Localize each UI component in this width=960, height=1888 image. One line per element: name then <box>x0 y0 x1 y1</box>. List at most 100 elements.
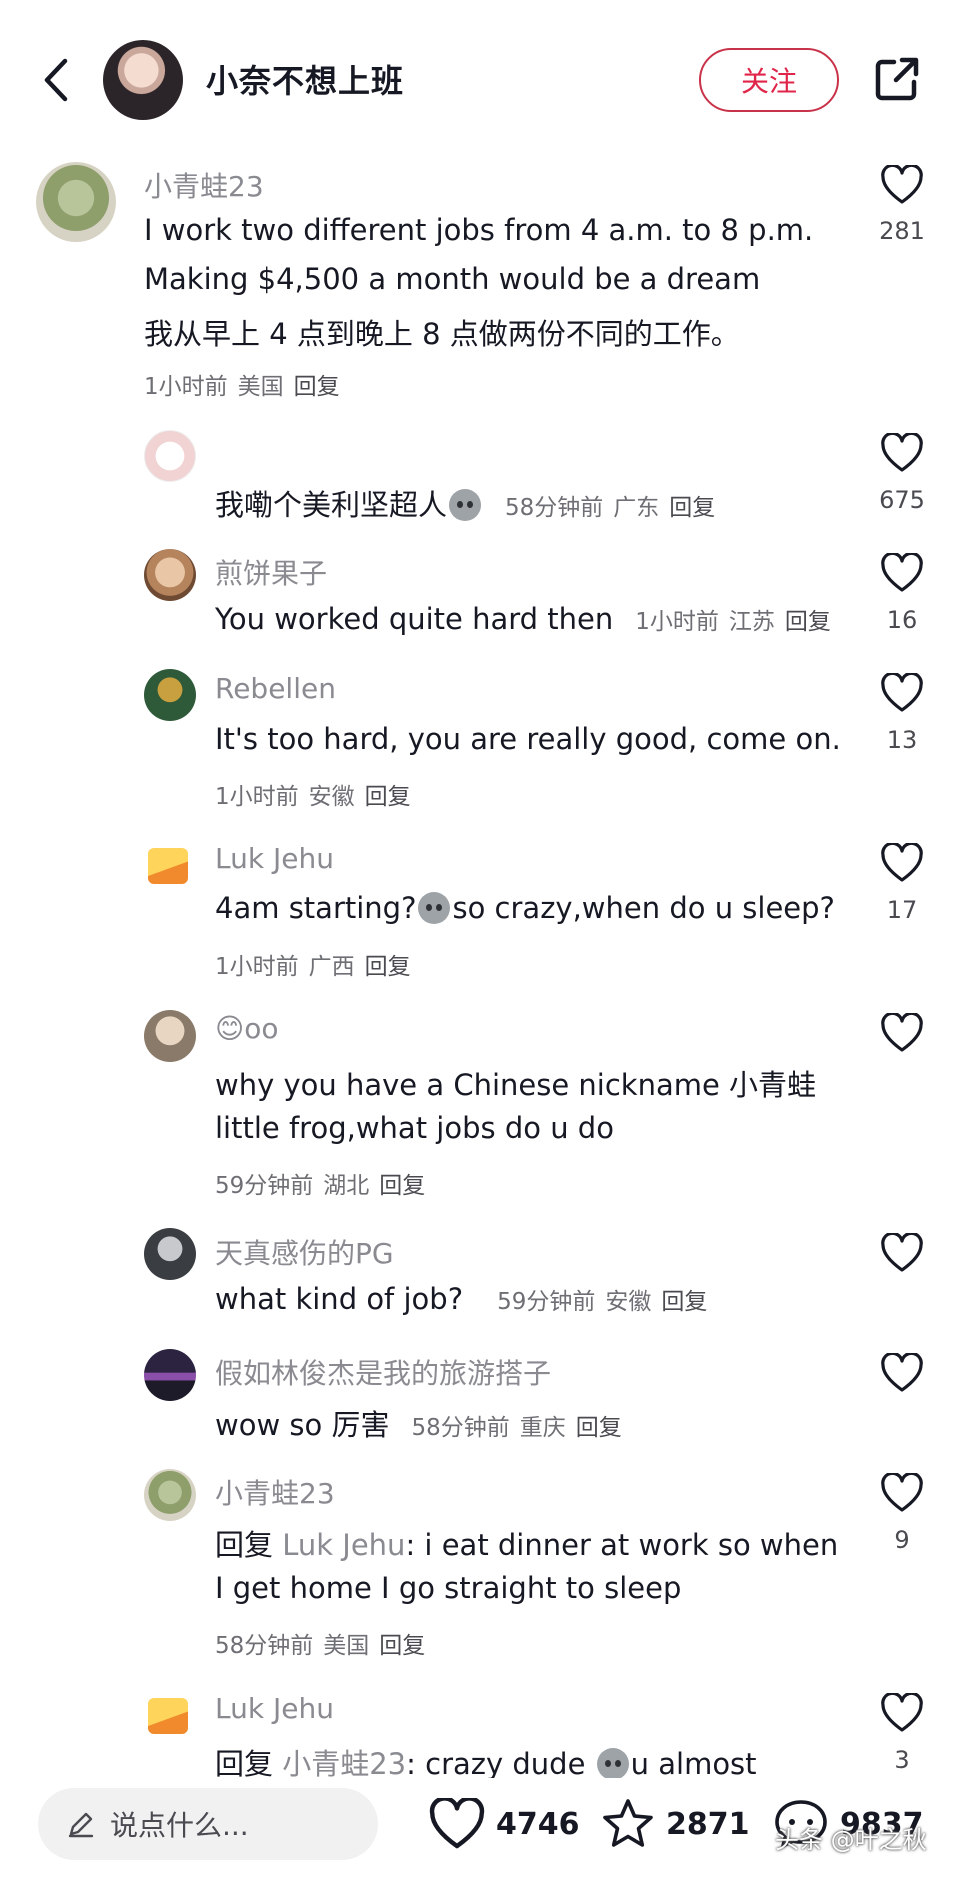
reply-button[interactable]: 回复 <box>294 374 340 400</box>
heart-outline-icon[interactable] <box>880 553 924 593</box>
like-count: 16 <box>886 606 918 634</box>
ghost-emoji-icon <box>449 489 482 521</box>
heart-outline-icon[interactable] <box>880 1233 924 1273</box>
comment-time: 58分钟前 <box>411 1415 510 1441</box>
like-count: 3 <box>894 1746 910 1774</box>
commenter-avatar[interactable] <box>144 430 196 482</box>
comment-time: 59分钟前 <box>497 1289 596 1315</box>
comment-text-content: 我嘞个美利坚超人 <box>215 488 448 522</box>
comment-text: wow so 厉害 58分钟前 重庆 回复 <box>215 1402 622 1444</box>
comment-text: 我嘞个美利坚超人 58分钟前 广东 回复 <box>215 482 715 524</box>
comment-text-content: : crazy dude <box>406 1747 586 1781</box>
reply-prefix: 回复 <box>215 1747 274 1781</box>
heart-outline-icon[interactable] <box>880 673 924 713</box>
commenter-name[interactable]: 煎饼果子 <box>215 552 327 592</box>
heart-outline-icon[interactable] <box>880 1353 924 1393</box>
comment-time: 1小时前 <box>215 784 299 810</box>
comment-location: 广东 <box>613 495 660 521</box>
comment-text-content: u almost <box>630 1747 757 1781</box>
commenter-name[interactable]: 小青蛙23 <box>144 165 264 205</box>
comment-text-content: wow so 厉害 <box>215 1408 390 1442</box>
commenter-avatar[interactable] <box>144 1469 196 1521</box>
follow-button[interactable]: 关注 <box>699 48 839 112</box>
post-like-count: 4746 <box>496 1806 580 1842</box>
commenter-name[interactable]: 小青蛙23 <box>215 1472 335 1512</box>
comment-time: 1小时前 <box>215 954 299 980</box>
page-title: 小奈不想上班 <box>206 62 405 100</box>
heart-outline-icon[interactable] <box>880 433 924 473</box>
comment-text: what kind of job? 59分钟前 安徽 回复 <box>215 1282 707 1316</box>
commenter-avatar[interactable] <box>36 162 116 242</box>
reply-button[interactable]: 回复 <box>661 1289 707 1315</box>
like-count: 17 <box>886 896 918 924</box>
comment-time: 1小时前 <box>144 374 228 400</box>
star-outline-icon <box>603 1799 653 1847</box>
commenter-avatar[interactable] <box>144 1349 196 1401</box>
heart-outline-icon[interactable] <box>880 165 924 205</box>
like-count: 281 <box>879 217 925 245</box>
heart-outline-icon[interactable] <box>880 1693 924 1733</box>
comment-location: 安徽 <box>308 784 355 810</box>
ghost-emoji-icon <box>596 1748 629 1780</box>
commenter-avatar[interactable] <box>144 549 196 601</box>
comment-time: 58分钟前 <box>505 495 604 521</box>
commenter-avatar[interactable] <box>148 1698 188 1734</box>
comment-location: 广西 <box>308 954 355 980</box>
like-post-button[interactable]: 4746 <box>428 1788 580 1860</box>
heart-outline-icon[interactable] <box>880 1013 924 1053</box>
reply-target-name[interactable]: Luk Jehu <box>282 1528 405 1562</box>
comment-text-content: : i eat dinner at work so when <box>405 1528 839 1562</box>
commenter-name[interactable]: 😊oo <box>215 1012 278 1045</box>
ghost-emoji-icon <box>418 892 451 924</box>
commenter-name[interactable]: 假如林俊杰是我的旅游搭子 <box>215 1352 551 1392</box>
commenter-avatar[interactable] <box>144 669 196 721</box>
reply-button[interactable]: 回复 <box>576 1415 622 1441</box>
reply-target-name[interactable]: 小青蛙23 <box>282 1747 406 1781</box>
commenter-avatar[interactable] <box>144 1010 196 1062</box>
comment-text-line: 我从早上 4 点到晚上 8 点做两份不同的工作。 <box>144 317 740 351</box>
heart-outline-icon[interactable] <box>880 843 924 883</box>
comment-text-line: Making $4,500 a month would be a dream <box>144 262 761 296</box>
like-count: 675 <box>879 486 925 514</box>
reply-button[interactable]: 回复 <box>669 495 715 521</box>
favorite-count: 2871 <box>666 1806 750 1842</box>
pencil-icon <box>68 1812 94 1838</box>
comment-meta: 58分钟前 重庆 回复 <box>401 1415 621 1441</box>
author-avatar[interactable] <box>103 40 183 120</box>
comment-meta: 1小时前 广西 回复 <box>215 947 411 981</box>
comment-location: 湖北 <box>323 1173 370 1199</box>
comment-text-line: I get home I go straight to sleep <box>215 1571 682 1605</box>
comment-meta: 1小时前 江苏 回复 <box>625 609 831 635</box>
reply-button[interactable]: 回复 <box>785 609 831 635</box>
reply-button[interactable]: 回复 <box>365 784 411 810</box>
comment-text-line: little frog,what jobs do u do <box>215 1111 614 1145</box>
reply-button[interactable]: 回复 <box>365 954 411 980</box>
comment-location: 美国 <box>237 374 284 400</box>
comment-meta: 59分钟前 安徽 回复 <box>487 1289 707 1315</box>
commenter-name[interactable]: Luk Jehu <box>215 1692 334 1725</box>
commenter-name[interactable]: Luk Jehu <box>215 842 334 875</box>
heart-outline-icon[interactable] <box>880 1473 924 1513</box>
comment-text-content: You worked quite hard then <box>215 602 614 636</box>
reply-button[interactable]: 回复 <box>379 1633 425 1659</box>
comment-text-content: so crazy,when do u sleep? <box>452 891 835 925</box>
comment-time: 59分钟前 <box>215 1173 314 1199</box>
comment-meta: 1小时前 安徽 回复 <box>215 777 411 811</box>
comment-input[interactable]: 说点什么... <box>38 1788 378 1860</box>
comment-input-placeholder: 说点什么... <box>110 1809 249 1842</box>
comment-text-content: 4am starting? <box>215 891 417 925</box>
reply-button[interactable]: 回复 <box>379 1173 425 1199</box>
chevron-left-icon <box>44 58 68 102</box>
share-button[interactable] <box>872 54 922 104</box>
commenter-name[interactable]: Rebellen <box>215 672 336 705</box>
comment-location: 安徽 <box>605 1289 652 1315</box>
comment-text-line: why you have a Chinese nickname 小青蛙 <box>215 1068 817 1102</box>
commenter-avatar[interactable] <box>144 1228 196 1280</box>
share-external-icon <box>875 57 919 101</box>
back-button[interactable] <box>34 52 78 108</box>
commenter-avatar[interactable] <box>148 848 188 884</box>
favorite-button[interactable]: 2871 <box>600 1788 750 1860</box>
watermark: 头条 @叶之秋 <box>775 1826 927 1854</box>
commenter-name[interactable]: 天真感伤的PG <box>215 1232 394 1272</box>
comment-meta: 1小时前 美国 回复 <box>144 367 340 401</box>
